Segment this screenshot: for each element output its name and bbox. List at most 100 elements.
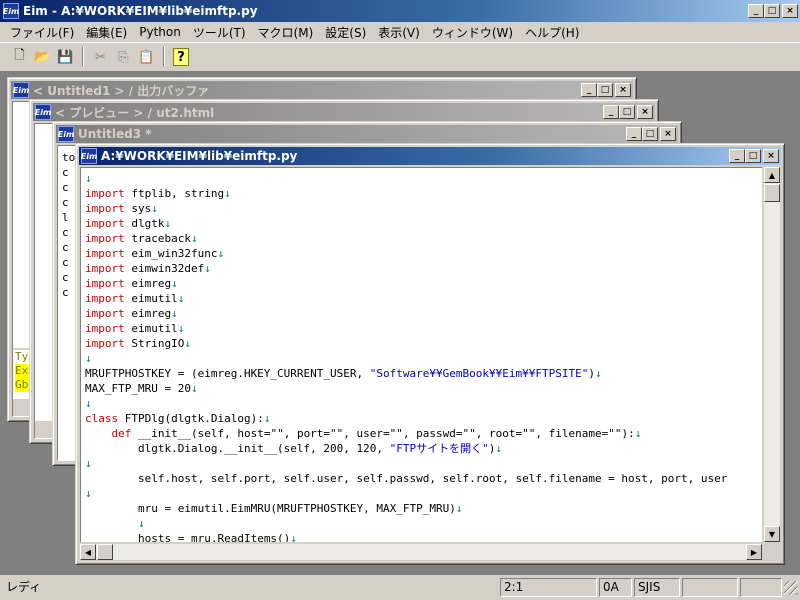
newline-mark: ↓ bbox=[151, 202, 158, 215]
menu-help[interactable]: ヘルプ(H) bbox=[519, 24, 585, 41]
copy-icon[interactable]: ⎘ bbox=[112, 46, 135, 68]
minimize-button[interactable]: _ bbox=[626, 127, 642, 141]
newline-mark: ↓ bbox=[634, 427, 642, 440]
code-line: mru = eimutil.EimMRU(MRUFTPHOSTKEY, MAX_… bbox=[137, 502, 463, 515]
newline-mark: ↓ bbox=[455, 502, 463, 515]
text-line: c bbox=[62, 241, 69, 254]
newline-mark: ↓ bbox=[594, 367, 602, 380]
menu-macro[interactable]: マクロ(M) bbox=[252, 24, 320, 41]
text-line: c bbox=[62, 196, 69, 209]
scroll-down-icon[interactable]: ▼ bbox=[764, 526, 780, 542]
new-file-icon[interactable]: 🗋 bbox=[8, 46, 31, 68]
code-keyword: import bbox=[85, 247, 125, 260]
help-icon[interactable]: ? bbox=[173, 48, 189, 66]
newline-mark: ↓ bbox=[85, 487, 92, 500]
code-keyword: import bbox=[85, 187, 125, 200]
text-line: l bbox=[62, 211, 69, 224]
scroll-up-icon[interactable]: ▲ bbox=[764, 167, 780, 183]
newline-mark: ↓ bbox=[190, 232, 198, 245]
code-line: MAX_FTP_MRU = 20↓ bbox=[85, 382, 198, 395]
child-title-bar[interactable]: Eim < Untitled1 > / 出力バッファ _ □ × bbox=[11, 81, 633, 99]
toolbar-separator bbox=[82, 47, 84, 67]
scroll-right-icon[interactable]: ▶ bbox=[746, 544, 762, 560]
maximize-button[interactable]: □ bbox=[597, 83, 613, 97]
newline-mark: ↓ bbox=[204, 262, 211, 275]
code-keyword: import bbox=[85, 232, 125, 245]
status-encoding[interactable]: SJIS bbox=[634, 578, 680, 597]
code-line: ↓ bbox=[85, 516, 762, 531]
newline-mark: ↓ bbox=[217, 247, 225, 260]
newline-mark: ↓ bbox=[190, 382, 198, 395]
child-title-bar[interactable]: Eim A:¥WORK¥EIM¥lib¥eimftp.py _ □ × bbox=[79, 147, 781, 165]
newline-mark: ↓ bbox=[184, 337, 191, 350]
child-window-eimftp[interactable]: Eim A:¥WORK¥EIM¥lib¥eimftp.py _ □ × ↓ imp… bbox=[75, 143, 785, 565]
close-button[interactable]: × bbox=[782, 4, 798, 18]
menu-window[interactable]: ウィンドウ(W) bbox=[426, 24, 519, 41]
menu-settings[interactable]: 設定(S) bbox=[319, 24, 372, 41]
child-title: < Untitled1 > / 出力バッファ bbox=[33, 83, 210, 98]
menu-tools[interactable]: ツール(T) bbox=[187, 24, 252, 41]
child-title-bar[interactable]: Eim Untitled3 * _ □ × bbox=[56, 125, 678, 143]
menu-edit[interactable]: 編集(E) bbox=[80, 24, 133, 41]
code-line: import sys↓ bbox=[85, 202, 158, 215]
minimize-button[interactable]: _ bbox=[603, 105, 619, 119]
newline-mark: ↓ bbox=[85, 352, 92, 365]
scroll-corner bbox=[763, 543, 780, 560]
minimize-button[interactable]: _ bbox=[729, 149, 745, 163]
app-title: Eim - A:¥WORK¥EIM¥lib¥eimftp.py bbox=[23, 4, 258, 18]
maximize-button[interactable]: □ bbox=[764, 4, 780, 18]
menu-file[interactable]: ファイル(F) bbox=[4, 24, 80, 41]
child-title: Untitled3 * bbox=[78, 127, 152, 141]
code-line: ↓ bbox=[85, 486, 762, 501]
resize-grip-icon[interactable] bbox=[784, 580, 798, 595]
vertical-scroll-thumb[interactable] bbox=[764, 184, 780, 202]
close-button[interactable]: × bbox=[637, 105, 653, 119]
text-line: c bbox=[62, 166, 69, 179]
toolbar-separator bbox=[163, 47, 165, 67]
code-line: ↓ bbox=[85, 171, 762, 186]
minimize-button[interactable]: _ bbox=[581, 83, 597, 97]
horizontal-scroll-thumb[interactable] bbox=[97, 544, 113, 560]
cut-icon[interactable]: ✂ bbox=[89, 46, 112, 68]
close-button[interactable]: × bbox=[763, 149, 779, 163]
code-editor[interactable]: ↓ import ftplib, string↓ import sys↓ import… bbox=[80, 167, 762, 542]
code-keyword: import bbox=[85, 202, 125, 215]
code-line: MRUFTPHOSTKEY = (eimreg.HKEY_CURRENT_USE… bbox=[85, 367, 602, 380]
code-line: import eimreg↓ bbox=[85, 277, 178, 290]
close-button[interactable]: × bbox=[660, 127, 676, 141]
paste-icon[interactable]: 📋 bbox=[135, 46, 158, 68]
child-title-bar[interactable]: Eim < プレビュー > / ut2.html _ □ × bbox=[33, 103, 655, 121]
newline-mark: ↓ bbox=[85, 457, 92, 470]
scroll-left-icon[interactable]: ◀ bbox=[80, 544, 96, 560]
menu-view[interactable]: 表示(V) bbox=[372, 24, 426, 41]
code-line: import eimutil↓ bbox=[85, 292, 185, 305]
newline-mark: ↓ bbox=[85, 172, 92, 185]
newline-mark: ↓ bbox=[171, 307, 178, 320]
vertical-scrollbar[interactable]: ▲ ▼ bbox=[763, 167, 780, 542]
maximize-button[interactable]: □ bbox=[619, 105, 635, 119]
newline-mark: ↓ bbox=[495, 442, 503, 455]
app-title-bar[interactable]: Eim Eim - A:¥WORK¥EIM¥lib¥eimftp.py _ □ … bbox=[0, 0, 800, 22]
code-string: "FTPサイトを開く" bbox=[389, 442, 489, 455]
code-line: import traceback↓ bbox=[85, 232, 198, 245]
menu-python[interactable]: Python bbox=[133, 25, 187, 39]
newline-mark: ↓ bbox=[263, 412, 271, 425]
open-folder-icon[interactable]: 📂 bbox=[31, 46, 54, 68]
app-icon[interactable]: Eim bbox=[3, 3, 19, 19]
code-line: import eimwin32def↓ bbox=[85, 262, 211, 275]
horizontal-scrollbar[interactable]: ◀ ▶ bbox=[80, 543, 762, 560]
text-line: c bbox=[62, 286, 69, 299]
text-line: c bbox=[62, 181, 69, 194]
minimize-button[interactable]: _ bbox=[748, 4, 764, 18]
code-keyword: import bbox=[85, 337, 125, 350]
newline-mark: ↓ bbox=[177, 292, 185, 305]
newline-mark: ↓ bbox=[164, 217, 172, 230]
newline-mark: ↓ bbox=[177, 322, 185, 335]
maximize-button[interactable]: □ bbox=[642, 127, 658, 141]
code-keyword: import bbox=[85, 292, 125, 305]
maximize-button[interactable]: □ bbox=[745, 149, 761, 163]
close-button[interactable]: × bbox=[615, 83, 631, 97]
text-line: c bbox=[62, 226, 69, 239]
code-line: ↓ bbox=[85, 456, 762, 471]
save-icon[interactable]: 💾 bbox=[54, 46, 77, 68]
